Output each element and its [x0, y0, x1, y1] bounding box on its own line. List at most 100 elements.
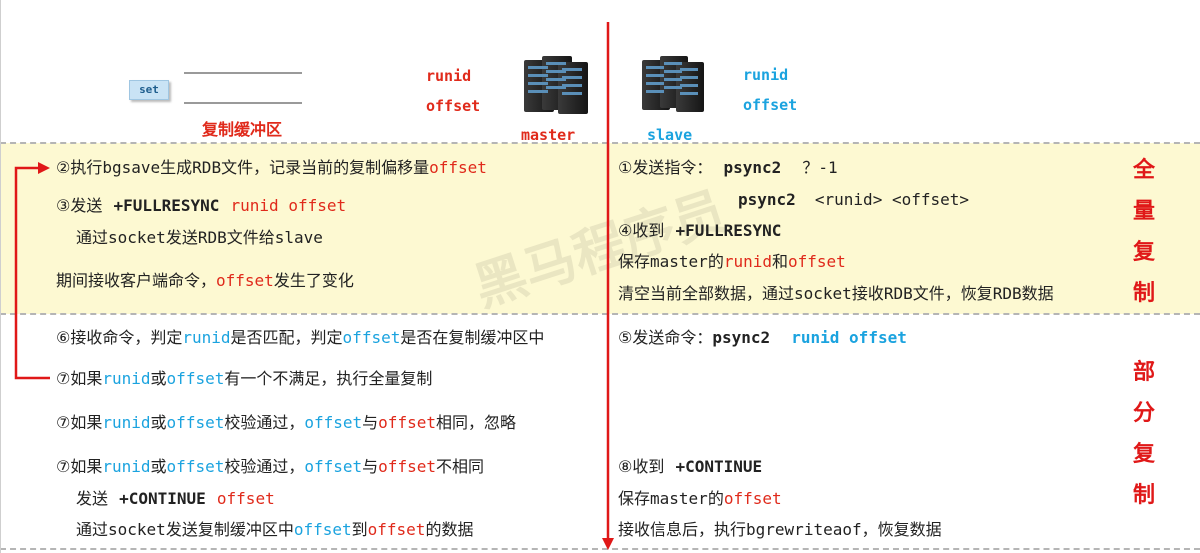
partial-copy-side-label: 部 分 复 制	[1130, 352, 1158, 516]
text: ⑦如果	[56, 369, 103, 388]
full-step-2: ②执行bgsave生成RDB文件，记录当前的复制偏移量offset	[56, 158, 487, 178]
runid-keyword: runid	[102, 369, 151, 388]
offset-keyword: offset	[378, 457, 436, 476]
slave: slave	[274, 228, 323, 247]
text: 发生了变化	[273, 271, 354, 290]
left-border	[0, 0, 1, 553]
text: 文件给	[226, 228, 275, 247]
partial-step-7c-send: 发送 +CONTINUE offset	[76, 489, 275, 509]
text: 保存	[618, 252, 651, 271]
psync2-keyword: psync2	[712, 328, 771, 347]
socket: socket	[108, 228, 166, 247]
partial-step-7b: ⑦如果runid或offset校验通过，offset与offset相同，忽略	[56, 413, 516, 433]
text: 清空当前全部数据，通过	[618, 284, 795, 303]
offset-keyword: offset	[216, 271, 274, 290]
full-step-3-detail: 通过socket发送RDB文件给slave	[76, 228, 323, 248]
offset-keyword: offset	[304, 457, 363, 476]
text: ④收到	[618, 221, 665, 240]
fullresync-keyword: +FULLRESYNC	[675, 221, 782, 240]
side-char: 量	[1132, 199, 1155, 224]
socket: socket	[794, 284, 852, 303]
text: 到	[351, 520, 368, 539]
text: 文件，记录当前的复制偏移量	[221, 158, 430, 177]
text: 的	[707, 252, 724, 271]
text: ⑦如果	[56, 457, 103, 476]
full-step-4: ④收到 +FULLRESYNC	[618, 221, 781, 241]
runid-keyword: runid	[182, 328, 231, 347]
offset-keyword: offset	[367, 520, 426, 539]
offset-keyword: offset	[378, 413, 436, 432]
offset-keyword: offset	[342, 328, 401, 347]
text: ⑤发送命令：	[618, 328, 713, 347]
text: ⑦如果	[56, 413, 103, 432]
text: 或	[150, 413, 167, 432]
runid-offset-keyword: runid offset	[791, 328, 907, 347]
text: ①发送指令：	[618, 158, 713, 177]
master-offset-label: offset	[426, 97, 481, 115]
text: 不相同	[435, 457, 484, 476]
text: 文件，恢复	[912, 284, 993, 303]
text: 接收信息后，执行	[618, 520, 747, 539]
psync-args: <runid> <offset>	[814, 190, 970, 209]
timeline-arrow	[602, 22, 614, 550]
text: 发送	[76, 489, 109, 508]
set-command-badge: set	[129, 80, 169, 100]
text: 与	[362, 457, 379, 476]
rdb: RDB	[883, 284, 913, 303]
master-label: master	[521, 126, 576, 144]
text: 校验通过，	[224, 413, 305, 432]
buffer-line-top	[184, 72, 302, 74]
text: ⑧收到	[618, 457, 665, 476]
offset-keyword: offset	[166, 413, 225, 432]
fallback-arrow	[14, 162, 50, 380]
side-char: 分	[1132, 401, 1155, 426]
runid-keyword: runid	[102, 457, 151, 476]
fullresync-keyword: +FULLRESYNC	[113, 196, 220, 215]
master-server-icon	[520, 52, 592, 122]
full-copy-side-label: 全 量 复 制	[1130, 150, 1158, 314]
psync2-keyword: psync2	[738, 190, 796, 209]
partial-step-7c: ⑦如果runid或offset校验通过，offset与offset不相同	[56, 457, 484, 477]
runid-offset-keyword: runid offset	[230, 196, 347, 215]
rdb: RDB	[192, 158, 222, 177]
slave-runid-label: runid	[743, 66, 789, 84]
text: 有一个不满足，执行全量复制	[224, 369, 433, 388]
text: 是否匹配，判定	[230, 328, 343, 347]
text: 发送复制缓冲区中	[165, 520, 294, 539]
full-step-4-restore: 清空当前全部数据，通过socket接收RDB文件，恢复RDB数据	[618, 284, 1054, 304]
slave-label: slave	[647, 126, 693, 144]
text: 数据	[1021, 284, 1054, 303]
full-step-3: ③发送 +FULLRESYNC runid offset	[56, 196, 346, 216]
text: 接收	[851, 284, 884, 303]
offset-keyword: offset	[723, 489, 782, 508]
partial-step-8-restore: 接收信息后，执行bgrewriteaof，恢复数据	[618, 520, 942, 540]
side-char: 部	[1132, 360, 1155, 385]
partial-step-8: ⑧收到 +CONTINUE	[618, 457, 762, 477]
cmd-bgsave: bgsave	[102, 158, 161, 177]
side-char: 全	[1132, 158, 1155, 183]
full-client-commands: 期间接收客户端命令，offset发生了变化	[56, 271, 354, 291]
runid-keyword: runid	[723, 252, 772, 271]
partial-step-6: ⑥接收命令，判定runid是否匹配，判定offset是否在复制缓冲区中	[56, 328, 544, 348]
text: 校验通过，	[224, 457, 305, 476]
offset-keyword: offset	[429, 158, 487, 177]
continue-keyword: +CONTINUE	[675, 457, 763, 476]
full-step-1: ①发送指令： psync2 ？-1	[618, 158, 838, 178]
text: 的数据	[425, 520, 474, 539]
text: 发送	[165, 228, 198, 247]
partial-step-7a: ⑦如果runid或offset有一个不满足，执行全量复制	[56, 369, 432, 389]
psync-args: ？-1	[802, 158, 838, 177]
side-char: 制	[1132, 281, 1155, 306]
text: 相同，忽略	[435, 413, 516, 432]
offset-keyword: offset	[293, 520, 352, 539]
offset-keyword: offset	[788, 252, 846, 271]
page: { "top": { "set_button": "set", "buffer_…	[0, 0, 1200, 553]
text: 期间接收客户端命令，	[56, 271, 217, 290]
psync2-keyword: psync2	[723, 158, 782, 177]
side-char: 复	[1132, 442, 1155, 467]
rdb: RDB	[197, 228, 227, 247]
buffer-line-bottom	[184, 102, 302, 104]
text: 与	[362, 413, 379, 432]
text: 是否在复制缓冲区中	[400, 328, 545, 347]
master: master	[650, 489, 708, 508]
